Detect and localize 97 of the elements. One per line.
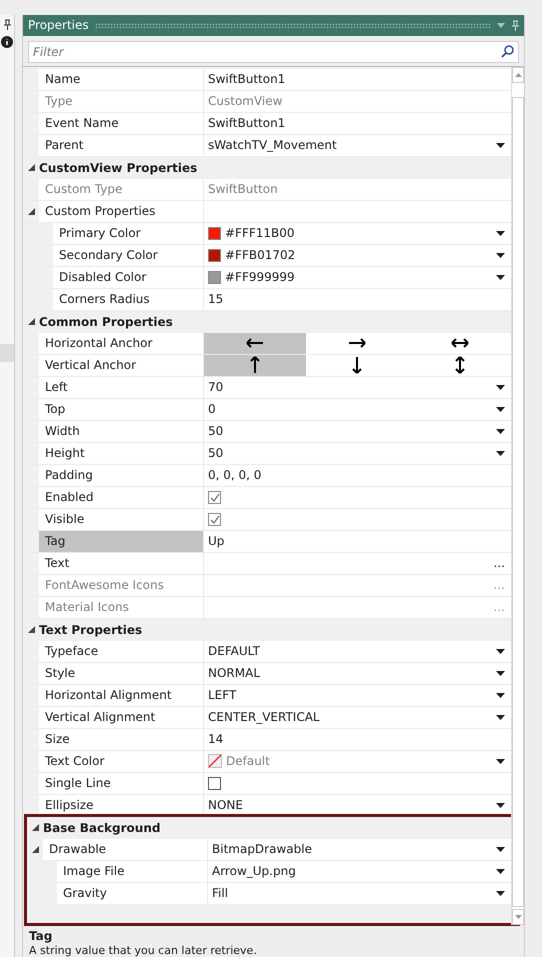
property-label[interactable]: Drawable [43, 838, 208, 860]
pin-icon[interactable] [2, 19, 12, 30]
category-header[interactable]: Text Properties [39, 622, 142, 637]
property-value[interactable]: SwiftButton1 [204, 112, 511, 134]
property-value[interactable]: ... [204, 552, 511, 574]
dropdown-caret-icon[interactable] [496, 868, 505, 874]
property-label[interactable]: Ellipsize [39, 794, 204, 816]
property-label[interactable]: Typeface [39, 640, 204, 662]
dropdown-caret-icon[interactable] [496, 428, 505, 434]
property-label[interactable]: Gravity [57, 882, 208, 904]
anchor-option[interactable] [204, 354, 306, 376]
property-value[interactable]: #FFB01702 [204, 244, 511, 266]
property-label[interactable]: Event Name [39, 112, 204, 134]
scroll-up-icon[interactable] [514, 72, 522, 77]
property-value[interactable]: BitmapDrawable [208, 838, 511, 860]
property-label[interactable]: Padding [39, 464, 204, 486]
property-value[interactable]: 0, 0, 0, 0 [204, 464, 511, 486]
property-value[interactable]: sWatchTV_Movement [204, 134, 511, 156]
property-value[interactable]: 50 [204, 420, 511, 442]
property-label[interactable]: Width [39, 420, 204, 442]
property-value[interactable]: Default [204, 750, 511, 772]
property-label[interactable]: Custom Properties [39, 200, 204, 222]
dropdown-caret-icon[interactable] [496, 692, 505, 698]
category-header[interactable]: CustomView Properties [39, 160, 198, 175]
dropdown-caret-icon[interactable] [496, 274, 505, 280]
dropdown-caret-icon[interactable] [496, 670, 505, 676]
property-value[interactable]: DEFAULT [204, 640, 511, 662]
category-header[interactable]: Base Background [43, 820, 160, 835]
property-label[interactable]: Text Color [39, 750, 204, 772]
property-label[interactable]: Vertical Anchor [39, 354, 204, 376]
property-label[interactable]: Tag [39, 530, 204, 552]
collapse-triangle-icon[interactable] [28, 208, 34, 215]
property-value[interactable]: 15 [204, 288, 511, 310]
property-label[interactable]: Top [39, 398, 204, 420]
filter-field[interactable]: Filter [28, 40, 519, 63]
checkbox[interactable] [208, 512, 221, 526]
property-label[interactable]: Size [39, 728, 204, 750]
ellipsis-button[interactable]: ... [494, 556, 505, 570]
collapse-triangle-icon[interactable] [28, 164, 34, 172]
info-icon[interactable] [1, 36, 13, 48]
dropdown-caret-icon[interactable] [496, 450, 505, 456]
property-value[interactable]: 0 [204, 398, 511, 420]
description-title: Tag [29, 929, 54, 943]
anchor-option[interactable] [204, 332, 306, 354]
dropdown-caret-icon[interactable] [496, 252, 505, 258]
property-label[interactable]: Parent [39, 134, 204, 156]
property-label[interactable]: Text [39, 552, 204, 574]
property-value[interactable]: 70 [204, 376, 511, 398]
search-icon[interactable] [501, 44, 514, 58]
property-label[interactable]: Primary Color [53, 222, 204, 244]
property-label[interactable]: Image File [57, 860, 208, 882]
property-label[interactable]: Corners Radius [53, 288, 204, 310]
dropdown-caret-icon[interactable] [496, 406, 505, 412]
property-value[interactable]: Up [204, 530, 511, 552]
property-value[interactable]: CENTER_VERTICAL [204, 706, 511, 728]
property-label[interactable]: Single Line [39, 772, 204, 794]
dropdown-caret-icon[interactable] [496, 384, 505, 390]
property-value[interactable]: #FFF11B00 [204, 222, 511, 244]
property-value[interactable]: 50 [204, 442, 511, 464]
checkbox[interactable] [208, 776, 221, 790]
property-label[interactable]: Left [39, 376, 204, 398]
property-label[interactable]: Horizontal Alignment [39, 684, 204, 706]
property-value[interactable]: SwiftButton1 [204, 68, 511, 90]
property-value[interactable]: NONE [204, 794, 511, 816]
scroll-down-icon[interactable] [514, 915, 522, 919]
property-value[interactable]: #FF999999 [204, 266, 511, 288]
collapse-triangle-icon[interactable] [32, 824, 38, 832]
dropdown-caret-icon[interactable] [496, 142, 505, 148]
property-label[interactable]: Enabled [39, 486, 204, 508]
collapse-triangle-icon[interactable] [32, 846, 38, 853]
dropdown-caret-icon[interactable] [496, 714, 505, 720]
property-label[interactable]: Name [39, 68, 204, 90]
dropdown-caret-icon[interactable] [496, 648, 505, 654]
category-header[interactable]: Common Properties [39, 314, 173, 329]
property-value[interactable]: LEFT [204, 684, 511, 706]
collapse-triangle-icon[interactable] [28, 626, 34, 634]
property-label[interactable]: Height [39, 442, 204, 464]
property-label[interactable]: Style [39, 662, 204, 684]
property-value[interactable]: Arrow_Up.png [208, 860, 511, 882]
collapse-triangle-icon[interactable] [28, 318, 34, 326]
property-label[interactable]: Horizontal Anchor [39, 332, 204, 354]
dropdown-caret-icon[interactable] [496, 758, 505, 764]
dropdown-caret-icon[interactable] [496, 802, 505, 808]
property-label[interactable]: Vertical Alignment [39, 706, 204, 728]
panel-title: Properties [28, 18, 89, 32]
property-label[interactable]: Visible [39, 508, 204, 530]
dropdown-caret-icon[interactable] [496, 846, 505, 852]
property-label[interactable]: Disabled Color [53, 266, 204, 288]
no-color-icon [208, 754, 222, 768]
description-text: A string value that you can later retrieve. [29, 944, 258, 957]
dropdown-caret-icon[interactable] [496, 230, 505, 236]
property-value[interactable]: NORMAL [204, 662, 511, 684]
checkbox[interactable] [208, 490, 221, 504]
dropdown-caret-icon[interactable] [496, 890, 505, 896]
property-value[interactable]: Fill [208, 882, 511, 904]
property-value[interactable]: 14 [204, 728, 511, 750]
property-label[interactable]: Secondary Color [53, 244, 204, 266]
